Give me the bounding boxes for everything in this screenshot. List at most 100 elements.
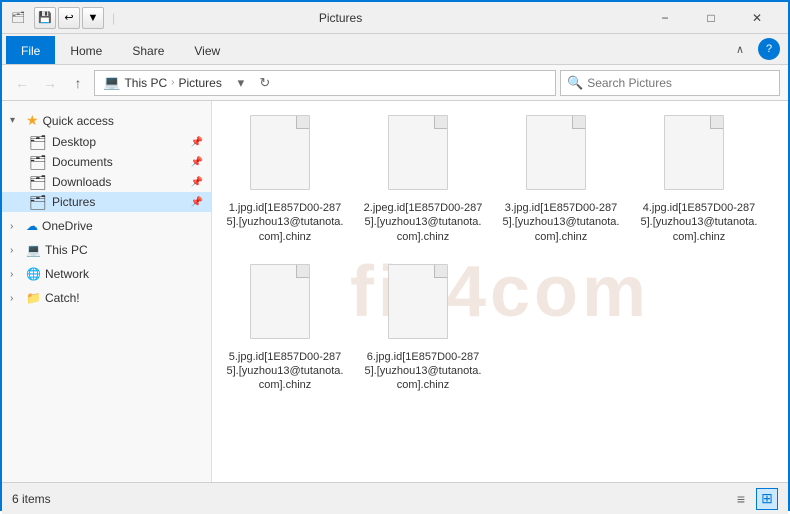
- sidebar-item-downloads[interactable]: 🗂 Downloads 📌: [2, 172, 211, 192]
- pin-downloads-icon: 📌: [191, 177, 203, 188]
- file-page-icon: [250, 115, 310, 190]
- pin-pictures-icon: 📌: [191, 197, 203, 208]
- file-area: fix4com 1.jpg.id[1E857D00-2875].[yuzhou1…: [212, 101, 788, 482]
- ribbon-collapse-btn[interactable]: ∧: [726, 38, 754, 60]
- sidebar-section-quickaccess: ▾ ★ Quick access 🗂 Desktop 📌 🗂 Documents…: [2, 109, 211, 212]
- tab-home[interactable]: Home: [55, 36, 117, 64]
- file-label: 1.jpg.id[1E857D00-2875].[yuzhou13@tutano…: [224, 201, 346, 244]
- sidebar-documents-label: Documents: [52, 155, 113, 169]
- file-label: 5.jpg.id[1E857D00-2875].[yuzhou13@tutano…: [224, 350, 346, 393]
- view-list-btn[interactable]: ≡: [730, 488, 752, 510]
- file-label: 6.jpg.id[1E857D00-2875].[yuzhou13@tutano…: [362, 350, 484, 393]
- file-thumb: [388, 115, 458, 195]
- file-item[interactable]: 1.jpg.id[1E857D00-2875].[yuzhou13@tutano…: [220, 109, 350, 250]
- tab-share[interactable]: Share: [117, 36, 179, 64]
- chevron-thispc-icon: ›: [10, 245, 22, 256]
- chevron-quickaccess-icon: ▾: [10, 115, 22, 126]
- catch-folder-icon: 📁: [26, 291, 41, 305]
- search-box[interactable]: 🔍: [560, 70, 780, 96]
- chevron-onedrive-icon: ›: [10, 221, 22, 232]
- sidebar-onedrive-label: OneDrive: [42, 219, 93, 233]
- title-bar-icons: 🗂: [10, 10, 26, 26]
- search-input[interactable]: [587, 76, 773, 90]
- maximize-btn[interactable]: □: [688, 2, 734, 34]
- file-label: 4.jpg.id[1E857D00-2875].[yuzhou13@tutano…: [638, 201, 760, 244]
- file-thumb: [664, 115, 734, 195]
- sidebar-onedrive-group[interactable]: › ☁ OneDrive: [2, 216, 211, 236]
- addr-dropdown-btn[interactable]: ▾: [230, 72, 252, 94]
- window-title: Pictures: [119, 11, 562, 25]
- quick-save-area[interactable]: 💾 ↩ ▼: [34, 7, 104, 29]
- folder-title-icon: 🗂: [10, 10, 26, 26]
- file-label: 3.jpg.id[1E857D00-2875].[yuzhou13@tutano…: [500, 201, 622, 244]
- file-thumb: [250, 264, 320, 344]
- file-item[interactable]: 5.jpg.id[1E857D00-2875].[yuzhou13@tutano…: [220, 258, 350, 399]
- sidebar-quickaccess-group[interactable]: ▾ ★ Quick access: [2, 109, 211, 132]
- item-count: 6 items: [12, 492, 51, 506]
- title-bar: 🗂 💾 ↩ ▼ | Pictures − □ ✕: [2, 2, 788, 34]
- sidebar-downloads-label: Downloads: [52, 175, 111, 189]
- sidebar-thispc-group[interactable]: › 💻 This PC: [2, 240, 211, 260]
- back-btn[interactable]: ←: [10, 71, 34, 95]
- status-bar: 6 items ≡ ⊞: [2, 482, 788, 514]
- file-item[interactable]: 3.jpg.id[1E857D00-2875].[yuzhou13@tutano…: [496, 109, 626, 250]
- address-box[interactable]: 💻 This PC › Pictures ▾ ↻: [94, 70, 556, 96]
- sidebar-thispc-label: This PC: [45, 243, 88, 257]
- undo-btn[interactable]: ↩: [58, 7, 80, 29]
- address-actions: ▾ ↻: [230, 72, 276, 94]
- view-controls: ≡ ⊞: [730, 488, 778, 510]
- ribbon-tabs: File Home Share View ∧ ?: [2, 34, 788, 64]
- network-icon: 🌐: [26, 267, 41, 281]
- file-item[interactable]: 4.jpg.id[1E857D00-2875].[yuzhou13@tutano…: [634, 109, 764, 250]
- tab-file[interactable]: File: [6, 36, 55, 64]
- crumb-sep-1: ›: [171, 77, 174, 88]
- file-page-icon: [388, 264, 448, 339]
- addr-refresh-btn[interactable]: ↻: [254, 72, 276, 94]
- pin-desktop-icon: 📌: [191, 137, 203, 148]
- file-label: 2.jpeg.id[1E857D00-2875].[yuzhou13@tutan…: [362, 201, 484, 244]
- sidebar-section-thispc: › 💻 This PC: [2, 240, 211, 260]
- crumb-pictures[interactable]: Pictures: [178, 76, 221, 90]
- search-icon: 🔍: [567, 75, 583, 91]
- file-grid: 1.jpg.id[1E857D00-2875].[yuzhou13@tutano…: [220, 109, 780, 399]
- file-item[interactable]: 6.jpg.id[1E857D00-2875].[yuzhou13@tutano…: [358, 258, 488, 399]
- quick-save-btn[interactable]: 💾: [34, 7, 56, 29]
- folder-documents-icon: 🗂: [30, 155, 46, 169]
- sidebar-section-network: › 🌐 Network: [2, 264, 211, 284]
- forward-btn[interactable]: →: [38, 71, 62, 95]
- sidebar-network-group[interactable]: › 🌐 Network: [2, 264, 211, 284]
- window-controls[interactable]: − □ ✕: [642, 2, 780, 34]
- ribbon: File Home Share View ∧ ?: [2, 34, 788, 65]
- folder-downloads-icon: 🗂: [30, 175, 46, 189]
- sidebar-catch-group[interactable]: › 📁 Catch!: [2, 288, 211, 308]
- file-thumb: [526, 115, 596, 195]
- sidebar-catch-label: Catch!: [45, 291, 80, 305]
- sidebar-item-documents[interactable]: 🗂 Documents 📌: [2, 152, 211, 172]
- folder-desktop-icon: 🗂: [30, 135, 46, 149]
- chevron-network-icon: ›: [10, 269, 22, 280]
- sidebar: ▾ ★ Quick access 🗂 Desktop 📌 🗂 Documents…: [2, 101, 212, 482]
- help-btn[interactable]: ?: [758, 38, 780, 60]
- up-btn[interactable]: ↑: [66, 71, 90, 95]
- view-details-btn[interactable]: ⊞: [756, 488, 778, 510]
- thispc-computer-icon: 💻: [26, 243, 41, 257]
- sidebar-desktop-label: Desktop: [52, 135, 96, 149]
- onedrive-cloud-icon: ☁: [26, 219, 38, 233]
- sidebar-pictures-label: Pictures: [52, 195, 95, 209]
- minimize-btn[interactable]: −: [642, 2, 688, 34]
- tab-view[interactable]: View: [179, 36, 235, 64]
- title-separator: |: [112, 11, 115, 25]
- file-page-icon: [664, 115, 724, 190]
- sidebar-item-desktop[interactable]: 🗂 Desktop 📌: [2, 132, 211, 152]
- address-bar: ← → ↑ 💻 This PC › Pictures ▾ ↻ 🔍: [2, 65, 788, 101]
- close-btn[interactable]: ✕: [734, 2, 780, 34]
- qs-dropdown-btn[interactable]: ▼: [82, 7, 104, 29]
- sidebar-item-pictures[interactable]: 🗂 Pictures 📌: [2, 192, 211, 212]
- address-crumb: 💻 This PC › Pictures: [103, 74, 222, 91]
- main-content: ▾ ★ Quick access 🗂 Desktop 📌 🗂 Documents…: [2, 101, 788, 482]
- quickaccess-star-icon: ★: [26, 112, 39, 129]
- file-item[interactable]: 2.jpeg.id[1E857D00-2875].[yuzhou13@tutan…: [358, 109, 488, 250]
- file-page-icon: [388, 115, 448, 190]
- sidebar-section-catch: › 📁 Catch!: [2, 288, 211, 308]
- crumb-thispc[interactable]: This PC: [124, 76, 167, 90]
